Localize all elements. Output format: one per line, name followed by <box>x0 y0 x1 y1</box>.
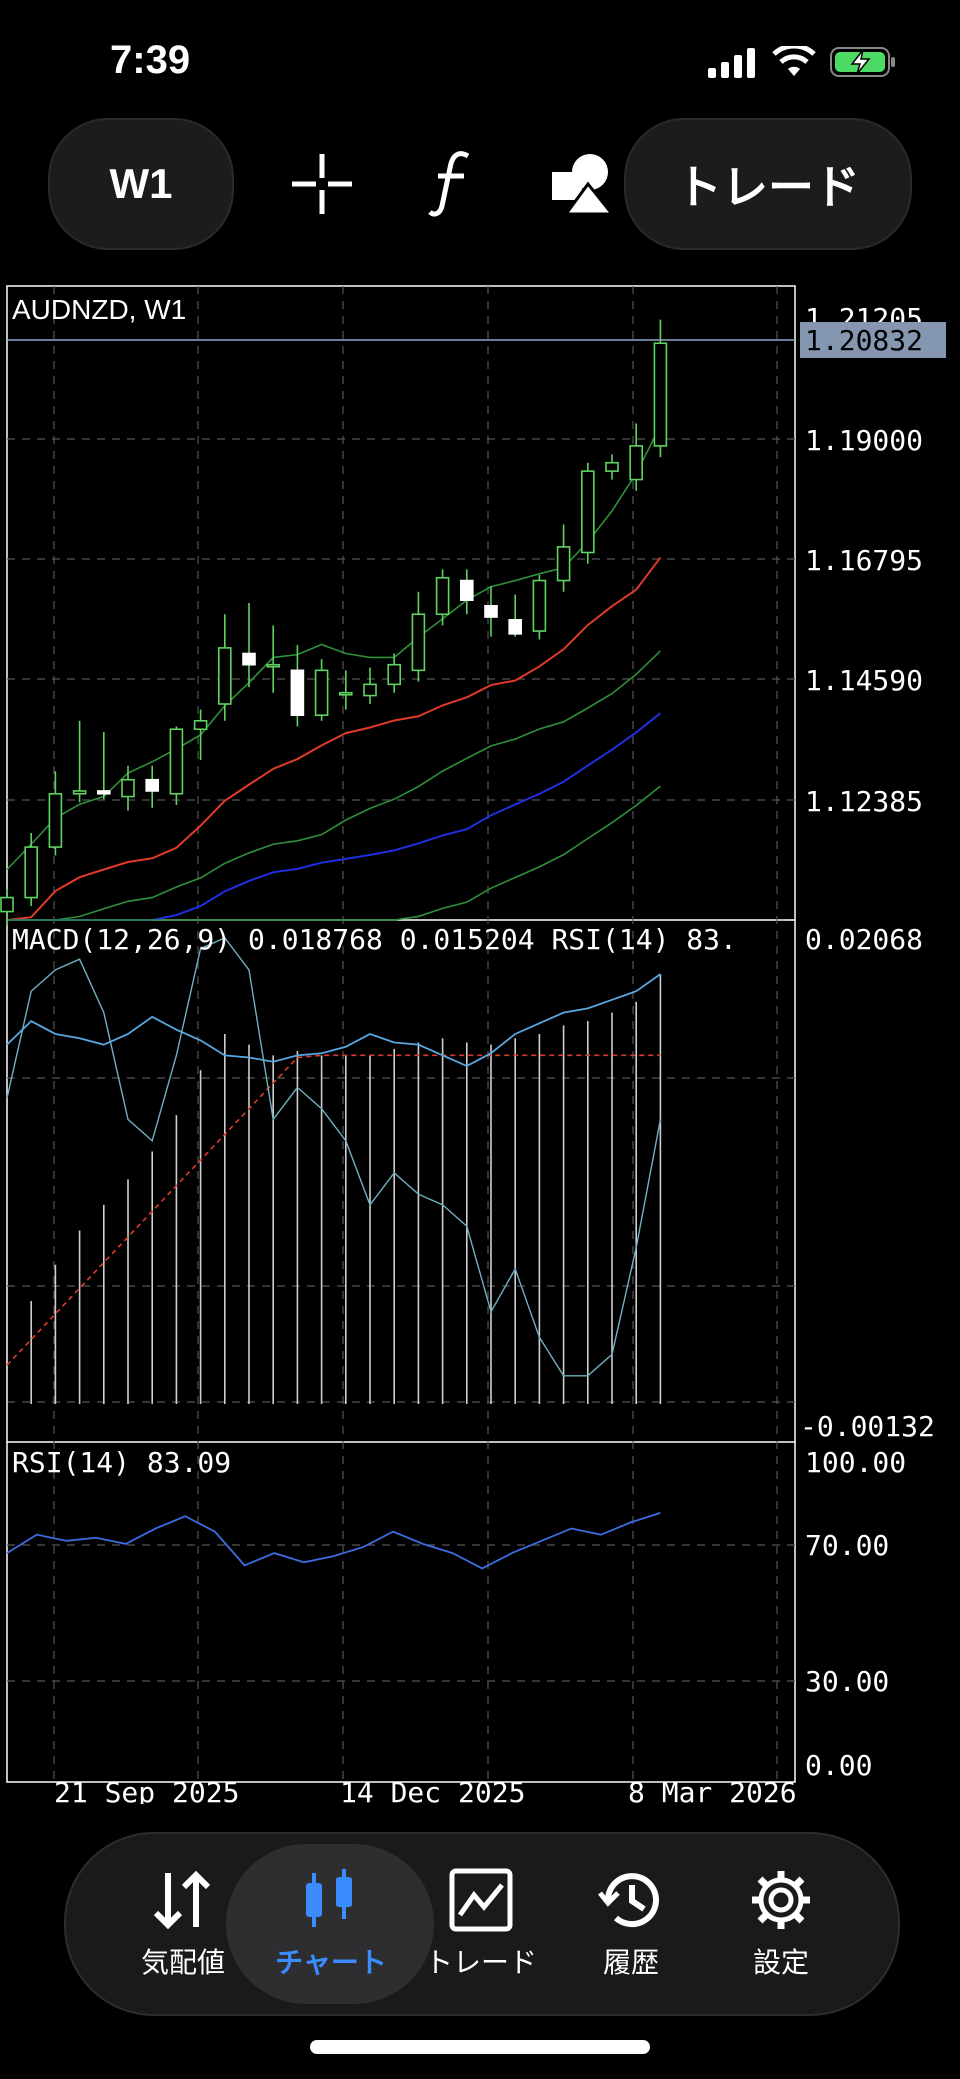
candle-body <box>193 720 208 731</box>
macd-label: MACD(12,26,9) 0.018768 0.015204 RSI(14) … <box>12 923 737 956</box>
candle-body <box>484 605 498 618</box>
gear-icon <box>752 1871 810 1929</box>
current-price-label: 1.20832 <box>805 324 923 357</box>
candle-body <box>508 619 523 635</box>
candle-body <box>629 445 644 481</box>
tab-history[interactable]: 履歴 <box>556 1834 706 2014</box>
bollinger-bands <box>6 425 662 921</box>
candle-body <box>0 896 14 913</box>
macd-rsi-overlay-line <box>6 936 662 1377</box>
trade-button-label: トレード <box>676 161 860 213</box>
rsi-level-100: 100.00 <box>805 1446 906 1479</box>
tab-quotes-label: 気配値 <box>140 1947 225 1978</box>
price-level-3: 1.16795 <box>805 544 923 577</box>
tab-chart[interactable]: チャート <box>256 1834 406 2014</box>
rsi-indicator <box>6 1512 661 1570</box>
candle-body <box>314 669 329 717</box>
home-indicator <box>310 2040 650 2054</box>
candle-body <box>338 691 353 696</box>
tab-settings[interactable]: 設定 <box>706 1834 856 2014</box>
objects-icon[interactable] <box>550 150 616 216</box>
date-label-2: 14 Dec 2025 <box>340 1776 525 1804</box>
blue-ma-line <box>7 712 662 921</box>
candle-body <box>605 461 619 472</box>
tab-bar: 気配値 チャート トレード 履歴 設定 <box>64 1832 900 2016</box>
tab-trade-label: トレード <box>424 1947 537 1978</box>
candle-body <box>459 579 474 601</box>
chart-candles-icon <box>306 1869 352 1927</box>
rsi-level-30: 30.00 <box>805 1665 889 1698</box>
chart-grid <box>7 286 795 1782</box>
battery-charging-icon <box>830 47 895 77</box>
history-icon <box>598 1873 659 1928</box>
trade-chart-icon <box>449 1868 513 1932</box>
candle-body <box>121 778 135 798</box>
candle-body <box>435 576 450 616</box>
candle-body <box>556 546 571 582</box>
wifi-icon <box>772 46 816 76</box>
candle-body <box>242 652 256 666</box>
candle-body <box>266 663 281 668</box>
price-level-4: 1.14590 <box>805 664 923 697</box>
candle-body <box>653 342 668 447</box>
status-icons <box>708 46 896 78</box>
symbol-label: AUDNZD, W1 <box>12 294 186 325</box>
tab-quotes[interactable]: 気配値 <box>108 1834 258 2014</box>
candle-body <box>145 778 159 792</box>
price-level-2: 1.19000 <box>805 424 923 457</box>
rsi-level-0: 0.00 <box>805 1749 872 1782</box>
candlestick-series <box>0 319 668 926</box>
candle-body <box>363 683 377 697</box>
rsi-level-70: 70.00 <box>805 1529 889 1562</box>
middle-band-line <box>7 650 661 921</box>
date-label-1: 21 Sep 2025 <box>54 1776 239 1804</box>
candle-body <box>24 846 39 899</box>
candle-body <box>580 470 595 554</box>
trade-button[interactable]: トレード <box>624 118 912 250</box>
signal-icon <box>708 48 755 78</box>
chart-toolbar: W1 トレード <box>0 118 960 250</box>
tab-chart-label: チャート <box>275 1947 387 1978</box>
timeframe-button[interactable]: W1 <box>48 118 234 250</box>
candle-body <box>48 792 63 848</box>
red-ma-line <box>6 556 662 921</box>
macd-level-top: 0.02068 <box>805 923 923 956</box>
macd-indicator <box>6 936 662 1404</box>
candle-body <box>218 647 232 705</box>
tab-trade[interactable]: トレード <box>406 1834 556 2014</box>
lower-band-line <box>7 785 661 921</box>
candle-body <box>411 613 426 672</box>
candle-body <box>72 790 87 795</box>
candle-body <box>169 728 184 795</box>
crosshair-icon[interactable] <box>290 152 354 216</box>
price-chart[interactable]: AUDNZD, W1 1.21205 1.20832 1.19000 1.167… <box>0 284 960 1804</box>
price-level-5: 1.12385 <box>805 785 923 818</box>
timeframe-label: W1 <box>109 160 173 207</box>
rsi-label: RSI(14) 83.09 <box>12 1446 231 1479</box>
macd-level-bottom: -0.00132 <box>800 1410 935 1443</box>
tab-settings-label: 設定 <box>752 1947 809 1978</box>
quotes-icon <box>153 1870 211 1930</box>
candle-body <box>532 579 547 632</box>
tab-history-label: 履歴 <box>602 1947 659 1978</box>
candle-body <box>290 669 305 717</box>
macd-signal-line <box>6 1054 661 1366</box>
candle-body <box>387 663 402 686</box>
function-icon[interactable] <box>428 148 478 218</box>
candle-body <box>97 790 111 795</box>
upper-band-line <box>6 425 662 871</box>
status-time: 7:39 <box>110 38 191 82</box>
date-label-3: 8 Mar 2026 <box>628 1776 797 1804</box>
rsi-line <box>6 1512 661 1570</box>
